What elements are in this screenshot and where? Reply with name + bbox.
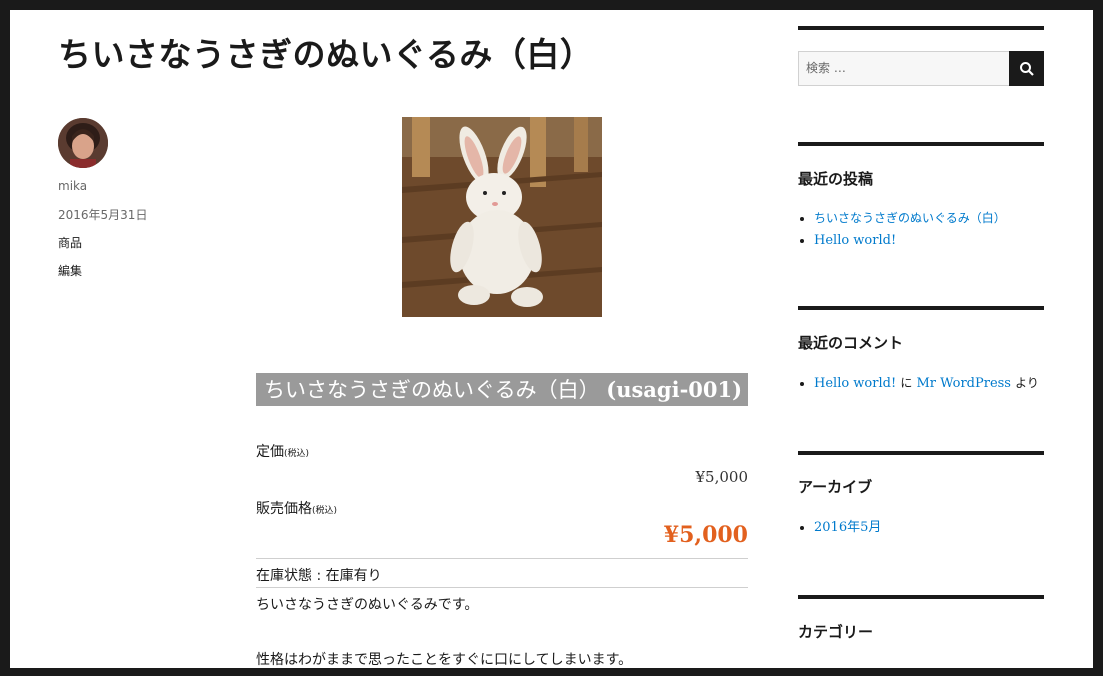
- list-item: ちいさなうさぎのぬいぐるみ（白）: [814, 207, 1060, 230]
- post-author[interactable]: mika: [58, 179, 87, 193]
- stock-status: 在庫状態 : 在庫有り: [256, 568, 382, 584]
- widget-divider: [798, 26, 1044, 30]
- comment-author-link[interactable]: Mr WordPress: [916, 376, 1011, 391]
- product-code: (usagi-001): [606, 377, 743, 402]
- search-button[interactable]: [1009, 51, 1044, 86]
- widget-divider: [798, 595, 1044, 599]
- sale-price-label: 販売価格(税込): [256, 501, 338, 517]
- product-name: ちいさなうさぎのぬいぐるみ（白）: [264, 378, 600, 402]
- list-item: Hello world! に Mr WordPress より: [814, 372, 1060, 395]
- recent-posts-list: ちいさなうさぎのぬいぐるみ（白） Hello world!: [798, 207, 1060, 252]
- list-price-value: ¥5,000: [695, 468, 749, 486]
- search-input[interactable]: [799, 52, 996, 83]
- search-icon: [1019, 61, 1034, 76]
- post-title: ちいさなうさぎのぬいぐるみ（白）: [58, 35, 594, 74]
- recent-post-link[interactable]: ちいさなうさぎのぬいぐるみ（白）: [814, 211, 1006, 225]
- recent-comments-list: Hello world! に Mr WordPress より: [798, 372, 1060, 395]
- archive-link[interactable]: 2016年5月: [814, 520, 881, 535]
- divider: [256, 558, 748, 559]
- search-form: [798, 51, 1010, 86]
- list-item: Hello world!: [814, 230, 1060, 252]
- product-description-line: ちいさなうさぎのぬいぐるみです。: [256, 597, 479, 613]
- edit-link[interactable]: 編集: [58, 262, 82, 279]
- list-item: 2016年5月: [814, 517, 1060, 539]
- recent-posts-title: 最近の投稿: [798, 170, 874, 188]
- product-name-heading: ちいさなうさぎのぬいぐるみ（白） (usagi-001): [256, 373, 748, 406]
- archives-title: アーカイブ: [798, 478, 873, 496]
- divider: [256, 587, 748, 588]
- rabbit-plush-image: [402, 117, 602, 317]
- widget-divider: [798, 451, 1044, 455]
- categories-title: カテゴリー: [798, 623, 874, 641]
- recent-post-link[interactable]: Hello world!: [814, 233, 896, 248]
- comment-by-text: より: [1015, 376, 1039, 390]
- comment-post-link[interactable]: Hello world!: [814, 376, 896, 391]
- author-avatar[interactable]: [58, 118, 108, 168]
- widget-divider: [798, 306, 1044, 310]
- page: ちいさなうさぎのぬいぐるみ（白） mika 2016年5月31日 商品 編集 ち…: [10, 10, 1093, 668]
- post-date[interactable]: 2016年5月31日: [58, 206, 147, 223]
- post-category[interactable]: 商品: [58, 234, 82, 251]
- avatar-image: [58, 118, 108, 168]
- comment-on-text: に: [900, 376, 913, 390]
- list-price-label: 定価(税込): [256, 444, 310, 460]
- product-description-line: 性格はわがままで思ったことをすぐに口にしてしまいます。: [256, 652, 633, 668]
- product-image: [402, 117, 602, 317]
- archives-list: 2016年5月: [798, 517, 1060, 539]
- widget-divider: [798, 142, 1044, 146]
- sale-price-value: ¥5,000: [663, 522, 748, 548]
- recent-comments-title: 最近のコメント: [798, 334, 904, 352]
